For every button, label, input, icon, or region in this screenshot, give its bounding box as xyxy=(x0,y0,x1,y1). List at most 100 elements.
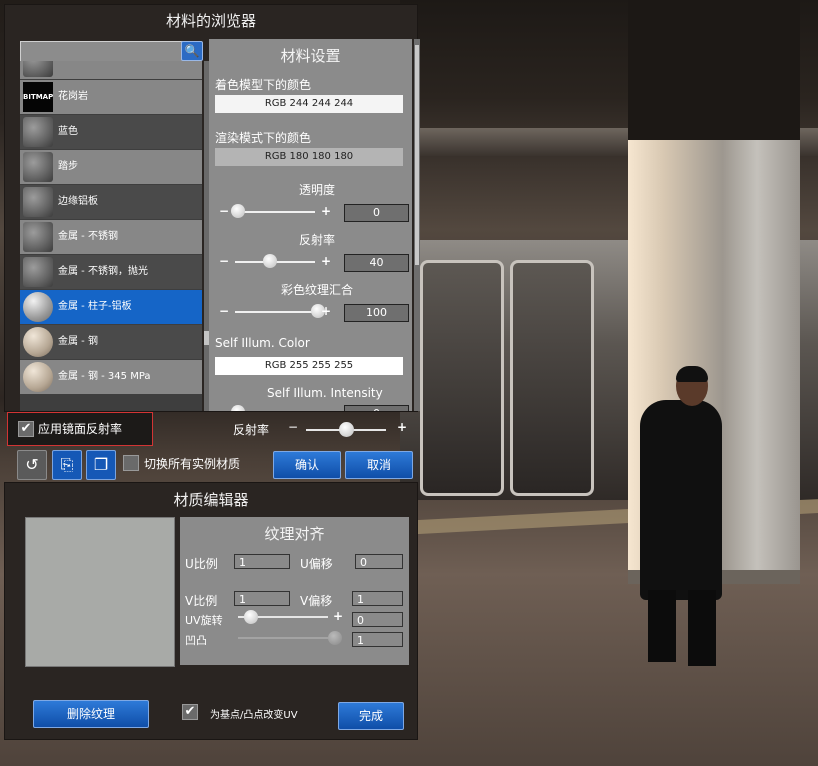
pick-document-icon: ⎘ xyxy=(60,455,74,474)
texture-preview[interactable] xyxy=(25,517,175,667)
uv-rotate-slider-knob[interactable] xyxy=(244,610,258,624)
texture-blend-value[interactable]: 100 xyxy=(344,304,409,322)
list-item[interactable]: 金属 - 不锈钢，抛光 xyxy=(20,255,202,289)
material-name: 金属 - 柱子-铝板 xyxy=(58,301,132,312)
material-name: 金属 - 不锈钢 xyxy=(58,231,118,242)
browser-title: 材料的浏览器 xyxy=(165,12,256,30)
undo-button[interactable]: ↺ xyxy=(17,450,47,480)
reflectivity-value[interactable]: 40 xyxy=(344,254,409,272)
editor-title: 材质编辑器 xyxy=(173,491,249,509)
scene-person-leg xyxy=(648,590,676,662)
transparency-label: 透明度 xyxy=(299,183,336,197)
checkmark-icon: ✔ xyxy=(20,421,32,436)
bump-slider-knob[interactable] xyxy=(328,631,342,645)
list-item[interactable]: 踏步 xyxy=(20,150,202,184)
material-thumbnail xyxy=(23,362,53,392)
material-name: 金属 - 钢 xyxy=(58,336,98,347)
transparency-slider-knob[interactable] xyxy=(231,204,245,218)
list-item[interactable]: BITMAP 花岗岩 xyxy=(20,80,202,114)
uv-rotate-value[interactable]: 0 xyxy=(352,612,403,627)
plus-icon[interactable]: + xyxy=(333,609,343,623)
material-name: 踏步 xyxy=(58,161,78,172)
change-uv-label: 为基点/凸点改变UV xyxy=(210,710,298,721)
material-list[interactable]: BITMAP 花岗岩 蓝色 踏步 边缘铝板 金属 - 不锈钢 金属 - 不锈钢，… xyxy=(20,61,202,411)
mirror-reflection-checkbox[interactable]: ✔ xyxy=(18,421,34,437)
material-settings-panel: 材料设置 着色模型下的颜色 RGB 244 244 244 渲染模式下的颜色 R… xyxy=(209,39,412,411)
bump-slider[interactable] xyxy=(238,637,336,639)
pick-material-button[interactable]: ⎘ xyxy=(52,450,82,480)
cancel-button[interactable]: 取消 xyxy=(345,451,413,479)
material-thumbnail xyxy=(23,257,53,287)
transparency-slider[interactable] xyxy=(235,211,315,213)
material-thumbnail xyxy=(23,292,53,322)
bump-value[interactable]: 1 xyxy=(352,632,403,647)
list-item[interactable]: 金属 - 钢 - 345 MPa xyxy=(20,360,202,394)
reflectivity-label: 反射率 xyxy=(299,233,336,247)
shading-color-label: 着色模型下的颜色 xyxy=(215,78,312,92)
scene-person-hair xyxy=(676,366,708,382)
minus-icon[interactable]: − xyxy=(219,204,229,218)
mirror-reflection-option[interactable]: ✔ 应用镜面反射率 xyxy=(7,412,153,446)
material-thumbnail xyxy=(23,117,53,147)
mirror-reflection-label: 应用镜面反射率 xyxy=(38,422,123,436)
copy-material-button[interactable]: ❐ xyxy=(86,450,116,480)
material-name: 金属 - 钢 - 345 MPa xyxy=(58,371,151,382)
list-item[interactable]: 蓝色 xyxy=(20,115,202,149)
self-illum-intensity-slider-knob[interactable] xyxy=(231,405,245,411)
list-item[interactable]: 金属 - 不锈钢 xyxy=(20,220,202,254)
u-scale-input[interactable]: 1 xyxy=(234,554,290,569)
list-item[interactable]: 边缘铝板 xyxy=(20,185,202,219)
minus-icon[interactable]: − xyxy=(288,420,298,434)
scene-person-leg xyxy=(688,590,716,666)
plus-icon[interactable]: + xyxy=(321,304,331,318)
delete-texture-button[interactable]: 删除纹理 xyxy=(33,700,149,728)
scene-pillar-top xyxy=(628,0,800,150)
texture-align-title: 纹理对齐 xyxy=(264,525,325,543)
texture-align-panel: 纹理对齐 U比例 1 U偏移 0 V比例 1 V偏移 1 UV旋转 − + 0 … xyxy=(180,517,409,665)
search-button[interactable]: 🔍 xyxy=(181,41,203,61)
bitmap-thumbnail: BITMAP xyxy=(23,82,53,112)
minus-icon[interactable]: − xyxy=(219,254,229,268)
texture-blend-label: 彩色纹理汇合 xyxy=(281,283,354,297)
render-color-label: 渲染模式下的颜色 xyxy=(215,131,312,145)
material-name: 边缘铝板 xyxy=(58,196,98,207)
material-thumbnail xyxy=(23,187,53,217)
plus-icon[interactable]: + xyxy=(321,204,331,218)
v-offset-input[interactable]: 1 xyxy=(352,591,403,606)
list-item[interactable] xyxy=(20,61,202,79)
list-item-selected[interactable]: 金属 - 柱子-铝板 xyxy=(20,290,202,324)
settings-scrollbar[interactable] xyxy=(414,39,420,411)
search-icon: 🔍 xyxy=(184,44,200,58)
transparency-value[interactable]: 0 xyxy=(344,204,409,222)
shading-color-field[interactable]: RGB 244 244 244 xyxy=(215,95,403,113)
minus-icon[interactable]: − xyxy=(219,304,229,318)
search-input[interactable] xyxy=(20,41,184,63)
v-scale-input[interactable]: 1 xyxy=(234,591,290,606)
list-item[interactable]: 金属 - 钢 xyxy=(20,325,202,359)
material-name: 蓝色 xyxy=(58,126,78,137)
undo-icon: ↺ xyxy=(25,455,39,474)
scene-train-door xyxy=(420,260,504,496)
reflect-label: 反射率 xyxy=(233,423,270,437)
v-offset-label: V偏移 xyxy=(300,594,333,608)
switch-instances-checkbox[interactable] xyxy=(123,455,139,471)
material-thumbnail xyxy=(23,222,53,252)
self-illum-intensity-value[interactable]: 0 xyxy=(344,405,409,411)
settings-title: 材料设置 xyxy=(280,47,341,65)
plus-icon[interactable]: + xyxy=(321,254,331,268)
copy-icon: ❐ xyxy=(93,455,109,474)
u-offset-input[interactable]: 0 xyxy=(355,554,403,569)
material-thumbnail xyxy=(23,61,53,77)
reflect-slider-knob[interactable] xyxy=(339,422,354,437)
reflectivity-slider-knob[interactable] xyxy=(263,254,277,268)
render-color-field[interactable]: RGB 180 180 180 xyxy=(215,148,403,166)
scrollbar-thumb[interactable] xyxy=(415,45,419,265)
self-illum-color-label: Self Illum. Color xyxy=(215,336,310,350)
texture-blend-slider[interactable] xyxy=(235,311,315,313)
self-illum-color-field[interactable]: RGB 255 255 255 xyxy=(215,357,403,375)
plus-icon[interactable]: + xyxy=(397,420,407,434)
material-browser-panel: 材料的浏览器 🔍 BITMAP 花岗岩 蓝色 踏步 边缘铝板 金属 - 不锈钢 … xyxy=(4,4,420,412)
done-button[interactable]: 完成 xyxy=(338,702,404,730)
confirm-button[interactable]: 确认 xyxy=(273,451,341,479)
change-uv-checkbox[interactable]: ✔ xyxy=(182,704,198,720)
